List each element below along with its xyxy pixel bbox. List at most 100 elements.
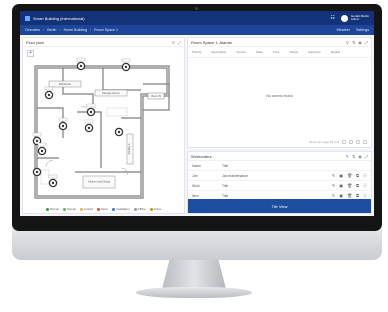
- copy-icon[interactable]: ⧉: [356, 193, 359, 199]
- info-icon[interactable]: ⓘ: [363, 193, 367, 199]
- info-icon[interactable]: ⓘ: [363, 173, 367, 179]
- photo-stage: Smart Building (international) ☷ Gerald …: [0, 0, 388, 312]
- view-icon[interactable]: ◉: [358, 154, 362, 159]
- sensor-icon[interactable]: [44, 86, 54, 100]
- floor-plan-map[interactable]: Wardrobe Storage Room Room B Sanitary 3 …: [23, 48, 186, 208]
- save-icon[interactable]: ▣: [339, 193, 343, 199]
- room-label: Sanitary 3: [128, 143, 131, 154]
- alarms-table-header: Priority Description Source State Time S…: [188, 47, 371, 58]
- empty-state-text: No alarms found: [266, 94, 293, 98]
- legend-item: Alarm: [96, 207, 108, 211]
- tile-view-button[interactable]: Tile View: [188, 199, 371, 213]
- table-row[interactable]: Name Title: [188, 161, 371, 171]
- first-page-button[interactable]: [342, 140, 346, 144]
- breadcrumb-item-city[interactable]: Berlin: [47, 28, 56, 32]
- legend-item: Active: [149, 207, 161, 211]
- user-info[interactable]: Gerald Martin Admin: [351, 14, 369, 22]
- column-header[interactable]: Details: [331, 50, 340, 54]
- settings-link[interactable]: Settings: [356, 28, 369, 32]
- weather-link[interactable]: Weather: [336, 28, 350, 32]
- save-icon[interactable]: ▣: [339, 173, 343, 179]
- breadcrumb-separator: ›: [59, 28, 61, 32]
- app-screen: Smart Building (international) ☷ Gerald …: [20, 11, 374, 216]
- legend-item: Normal: [45, 207, 59, 211]
- breadcrumb: Overview › Berlin › Home Building › Room…: [20, 25, 374, 35]
- legend-item: Installation: [112, 207, 130, 211]
- app-bar: Smart Building (international) ☷ Gerald …: [20, 11, 374, 25]
- trash-icon[interactable]: 🗑: [347, 183, 352, 189]
- breadcrumb-item-building[interactable]: Home Building: [64, 28, 87, 32]
- sensor-icon[interactable]: [32, 167, 42, 177]
- trash-icon[interactable]: 🗑: [347, 173, 352, 179]
- prev-page-button[interactable]: [349, 140, 353, 144]
- panel-title: Floor plan: [26, 39, 44, 45]
- grid-icon[interactable]: ☷: [330, 15, 334, 21]
- room-label: Wardrobe: [59, 82, 72, 86]
- edit-icon[interactable]: ✎: [332, 173, 335, 179]
- column-header[interactable]: Priority: [192, 50, 201, 54]
- copy-icon[interactable]: ⧉: [356, 173, 359, 179]
- sensor-icon[interactable]: [48, 174, 58, 188]
- pin-icon[interactable]: ⚲: [172, 40, 175, 45]
- save-icon[interactable]: ▣: [339, 183, 343, 189]
- sort-icon[interactable]: ⇅: [352, 40, 355, 45]
- trash-icon[interactable]: 🗑: [347, 193, 352, 199]
- camera-icon: [195, 7, 198, 10]
- table-row[interactable]: Work Title ✎ ▣ 🗑 ⧉ ⓘ: [188, 181, 371, 191]
- app-title: Smart Building (international): [33, 15, 85, 21]
- floor-plan-panel: Floor plan ⚲ ⤢ + Wardrobe Storage Room R…: [22, 37, 185, 214]
- panel-title: Room Space 1: Alarms: [191, 39, 232, 45]
- monitor-stand-neck: [162, 259, 226, 289]
- last-page-button[interactable]: [363, 140, 367, 144]
- sensor-icon[interactable]: [84, 119, 94, 133]
- panel-title: Workorders: [191, 153, 212, 159]
- legend-item: Normal: [62, 207, 76, 211]
- edit-icon[interactable]: ✎: [332, 183, 335, 189]
- column-header[interactable]: Description: [211, 50, 226, 54]
- monitor-stand-base: [136, 287, 252, 298]
- sensor-icon[interactable]: [86, 103, 96, 117]
- expand-icon[interactable]: ⤢: [365, 40, 368, 45]
- breadcrumb-separator: ›: [42, 28, 45, 32]
- legend-dot: [96, 207, 100, 211]
- expand-icon[interactable]: ⤢: [365, 154, 368, 159]
- pager-text: Items per page 10 of 0: [308, 140, 339, 144]
- view-icon[interactable]: ◉: [358, 40, 362, 45]
- legend-item: Offline: [133, 207, 146, 211]
- legend-dot: [133, 207, 137, 211]
- edit-icon[interactable]: ✎: [332, 193, 335, 199]
- sort-icon[interactable]: ⇅: [352, 154, 355, 159]
- column-header[interactable]: Time: [273, 50, 280, 54]
- column-header[interactable]: Status: [289, 50, 298, 54]
- info-icon[interactable]: ⓘ: [363, 183, 367, 189]
- breadcrumb-separator: ›: [89, 28, 92, 32]
- sensor-icon[interactable]: [121, 58, 131, 72]
- column-header[interactable]: Source: [236, 50, 246, 54]
- app-logo-icon: [25, 15, 30, 21]
- legend-dot: [149, 207, 153, 211]
- monitor-chin: [12, 226, 382, 260]
- column-header[interactable]: State: [256, 50, 263, 54]
- breadcrumb-item-overview[interactable]: Overview: [25, 28, 40, 32]
- avatar[interactable]: [340, 14, 348, 22]
- legend-dot: [62, 207, 66, 211]
- copy-icon[interactable]: ⧉: [356, 183, 359, 189]
- filter-icon[interactable]: ⚲: [346, 40, 349, 45]
- next-page-button[interactable]: [356, 140, 360, 144]
- edit-icon[interactable]: ✎: [346, 154, 349, 159]
- column-header[interactable]: Hierarchy: [308, 50, 321, 54]
- legend-dot: [79, 207, 83, 211]
- sensor-icon[interactable]: [76, 57, 86, 71]
- sensor-icon[interactable]: [114, 127, 124, 137]
- sensor-icon[interactable]: [37, 142, 47, 156]
- sensor-icon[interactable]: [58, 117, 68, 131]
- room-label: Kitchen and Dining: [88, 180, 110, 184]
- expand-icon[interactable]: ⤢: [178, 40, 181, 45]
- room-label: Room B: [151, 94, 161, 98]
- legend-item: Limited: [79, 207, 93, 211]
- legend-dot: [45, 207, 49, 211]
- table-row[interactable]: Job Jan maintenance ✎ ▣ 🗑 ⧉ ⓘ: [188, 171, 371, 181]
- breadcrumb-item-room[interactable]: Room Space 1: [94, 28, 118, 32]
- status-legend: Normal Normal Limited Alarm Installation…: [23, 207, 184, 211]
- workorders-panel: Workorders ✎ ⇅ ◉ ⤢ Name Title Job Jan ma…: [187, 151, 372, 214]
